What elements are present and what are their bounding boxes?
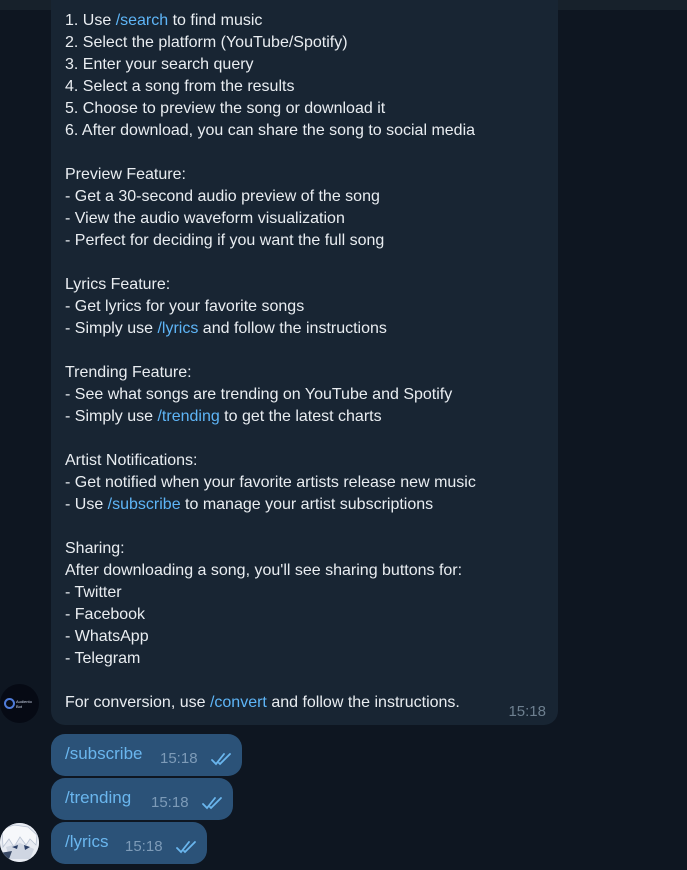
bot-brand-label: Audiento Bot [16, 699, 32, 709]
message-line: - Simply use /lyrics and follow the inst… [65, 318, 550, 340]
message-time: 15:18 [160, 750, 198, 767]
line-text: - See what songs are trending on YouTube… [65, 386, 453, 403]
line-text: - Get lyrics for your favorite songs [65, 298, 305, 315]
line-text: - Use [65, 496, 108, 513]
message-line: - Simply use /trending to get the latest… [65, 406, 550, 428]
line-text: - Perfect for deciding if you want the f… [65, 232, 385, 249]
line-text: 4. Select a song from the results [65, 78, 295, 95]
line-text: - Simply use [65, 408, 158, 425]
double-check-icon [211, 753, 231, 766]
message-line: - Get a 30-second audio preview of the s… [65, 186, 550, 208]
double-check-icon [202, 797, 222, 810]
message-line: - WhatsApp [65, 626, 550, 648]
command-link[interactable]: /trending [157, 408, 219, 425]
line-text: Preview Feature: [65, 166, 186, 183]
message-line: - Telegram [65, 648, 550, 670]
line-text: - Twitter [65, 584, 122, 601]
section-heading: Trending Feature: [65, 362, 550, 384]
command-link[interactable]: /lyrics [157, 320, 198, 337]
message-time: 15:18 [151, 794, 189, 811]
message-line: 4. Select a song from the results [65, 76, 550, 98]
line-text: - Get notified when your favorite artist… [65, 474, 476, 491]
line-text: and follow the instructions [198, 320, 387, 337]
line-text: to manage your artist subscriptions [180, 496, 434, 513]
anime-character-avatar-icon [0, 823, 39, 862]
message-line: - Twitter [65, 582, 550, 604]
message-line: 2. Select the platform (YouTube/Spotify) [65, 32, 550, 54]
message-line: - Use /subscribe to manage your artist s… [65, 494, 550, 516]
double-check-icon [176, 841, 196, 854]
line-text: - WhatsApp [65, 628, 149, 645]
line-text: 1. Use [65, 12, 116, 29]
line-text: 5. Choose to preview the song or downloa… [65, 100, 386, 117]
command-link[interactable]: /convert [210, 694, 267, 711]
message-line: - See what songs are trending on YouTube… [65, 384, 550, 406]
user-avatar[interactable] [0, 823, 39, 862]
line-text: Lyrics Feature: [65, 276, 171, 293]
message-line: After downloading a song, you'll see sha… [65, 560, 550, 582]
outgoing-message-lyrics[interactable]: /lyrics 15:18 [51, 822, 207, 864]
line-text: 2. Select the platform (YouTube/Spotify) [65, 34, 348, 51]
section-heading: Preview Feature: [65, 164, 550, 186]
line-text: Sharing: [65, 540, 125, 557]
message-line: 6. After download, you can share the son… [65, 120, 550, 142]
line-text: and follow the instructions. [266, 694, 460, 711]
command-link[interactable]: /search [116, 12, 168, 29]
bot-logo-icon [4, 698, 15, 709]
message-line: - Get notified when your favorite artist… [65, 472, 550, 494]
outgoing-message-subscribe[interactable]: /subscribe 15:18 [51, 734, 242, 776]
command-link[interactable]: /lyrics [65, 832, 108, 852]
message-line: - Get lyrics for your favorite songs [65, 296, 550, 318]
section-heading: Sharing: [65, 538, 550, 560]
line-text: Trending Feature: [65, 364, 192, 381]
line-text: - Get a 30-second audio preview of the s… [65, 188, 380, 205]
line-text: After downloading a song, you'll see sha… [65, 562, 463, 579]
message-line: 1. Use /search to find music [65, 10, 550, 32]
command-link[interactable]: /subscribe [108, 496, 181, 513]
line-text: to find music [168, 12, 263, 29]
line-text: Artist Notifications: [65, 452, 198, 469]
line-text: to get the latest charts [219, 408, 382, 425]
message-time: 15:18 [508, 703, 546, 720]
line-text: 3. Enter your search query [65, 56, 254, 73]
message-time: 15:18 [125, 838, 163, 855]
bot-avatar[interactable]: Audiento Bot [0, 684, 39, 723]
message-line: - Facebook [65, 604, 550, 626]
message-line: - View the audio waveform visualization [65, 208, 550, 230]
line-text: - Telegram [65, 650, 141, 667]
message-line: 5. Choose to preview the song or downloa… [65, 98, 550, 120]
command-link[interactable]: /trending [65, 788, 131, 808]
line-text: - Simply use [65, 320, 158, 337]
message-line: 3. Enter your search query [65, 54, 550, 76]
line-text: For conversion, use [65, 694, 210, 711]
section-heading: Lyrics Feature: [65, 274, 550, 296]
message-line: For conversion, use /convert and follow … [65, 692, 550, 714]
message-line: - Perfect for deciding if you want the f… [65, 230, 550, 252]
line-text: 6. After download, you can share the son… [65, 122, 476, 139]
outgoing-message-trending[interactable]: /trending 15:18 [51, 778, 233, 820]
line-text: - View the audio waveform visualization [65, 210, 345, 227]
section-heading: Artist Notifications: [65, 450, 550, 472]
line-text: - Facebook [65, 606, 146, 623]
command-link[interactable]: /subscribe [65, 744, 142, 764]
bot-message-bubble: 1. Use /search to find music 2. Select th… [51, 0, 558, 725]
bot-message-text: 1. Use /search to find music 2. Select th… [65, 10, 550, 714]
